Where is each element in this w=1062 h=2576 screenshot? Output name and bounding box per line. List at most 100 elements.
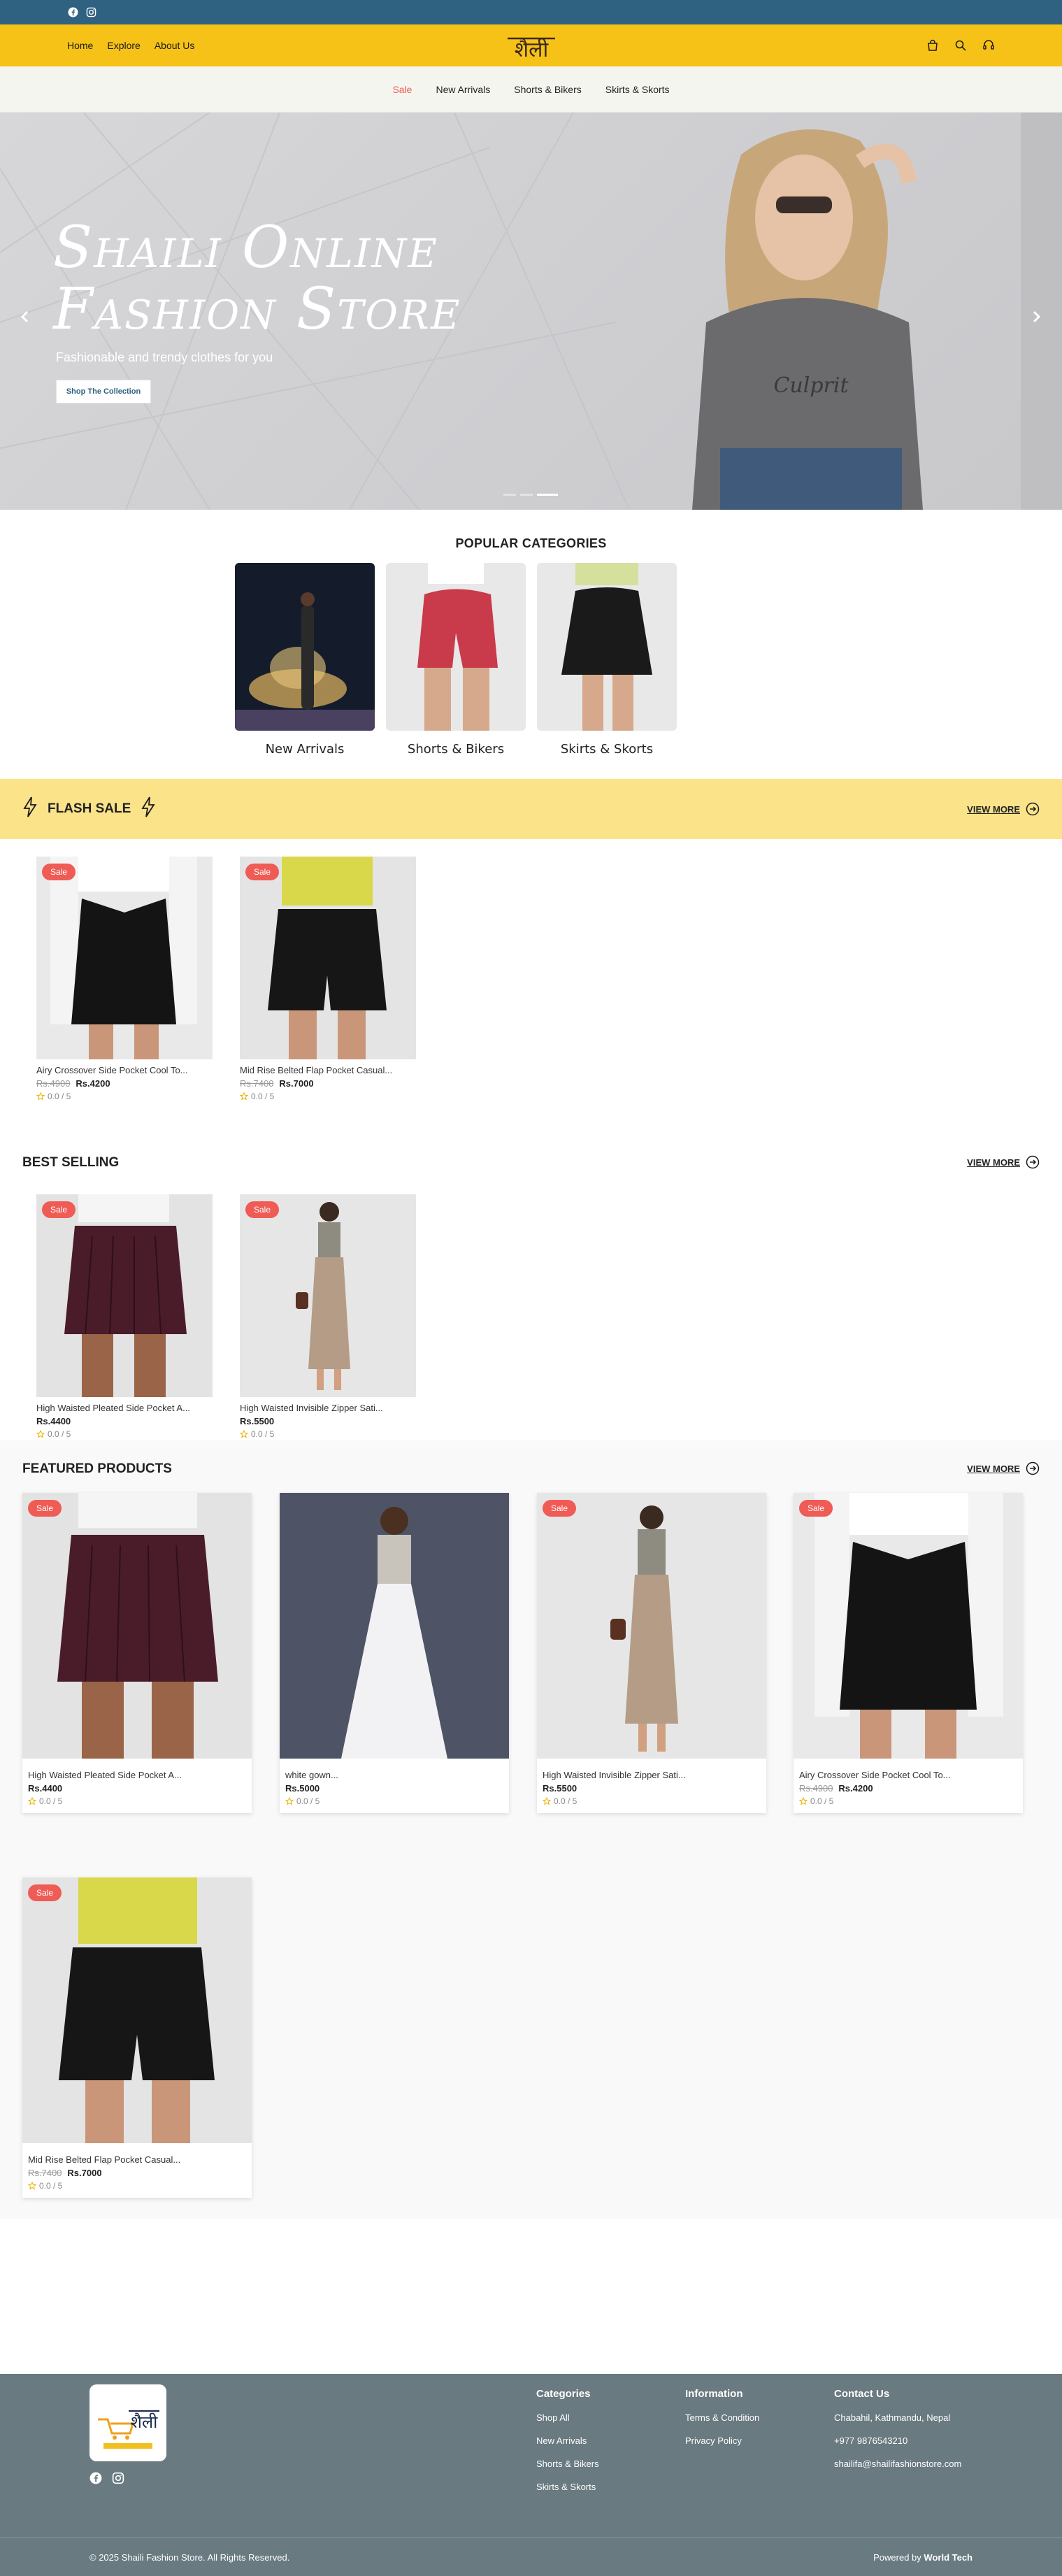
powered-by-link[interactable]: World Tech (924, 2552, 973, 2563)
product-card[interactable]: Sale Mid Rise Belted Flap Pocket Casual.… (22, 1877, 252, 2198)
footer-link[interactable]: Shorts & Bikers (536, 2459, 599, 2469)
product-price: Rs.4900 Rs.4200 (36, 1078, 213, 1089)
category-image (235, 563, 375, 731)
star-icon (28, 2182, 36, 2190)
shop-collection-button[interactable]: Shop The Collection (56, 380, 151, 403)
main-nav: Home Explore About Us (67, 40, 194, 51)
sale-badge: Sale (245, 864, 280, 880)
instagram-icon[interactable] (112, 2472, 124, 2488)
product-card[interactable]: Sale Airy Crossover Side Pocket Cool To.… (36, 857, 213, 1101)
category-image (386, 563, 526, 731)
footer-link[interactable]: Skirts & Skorts (536, 2482, 599, 2492)
hero-title-line1: Shaili Online (53, 215, 438, 281)
category-nav: Sale New Arrivals Shorts & Bikers Skirts… (0, 66, 1062, 113)
chevron-right-icon[interactable] (1028, 308, 1045, 325)
product-name[interactable]: Airy Crossover Side Pocket Cool To... (36, 1065, 213, 1075)
popular-categories-section: POPULAR CATEGORIES New Arrivals Shorts &… (0, 510, 1062, 779)
catnav-shorts-bikers[interactable]: Shorts & Bikers (514, 84, 581, 95)
category-card-skirts-skorts[interactable]: Skirts & Skorts (537, 563, 677, 757)
footer-logo-text: शैली (131, 2412, 159, 2432)
best-view-more-link[interactable]: VIEW MORE (967, 1155, 1040, 1169)
rating-value: 0.0 / 5 (554, 1796, 577, 1806)
product-name[interactable]: Airy Crossover Side Pocket Cool To... (799, 1770, 1017, 1780)
rating-value: 0.0 / 5 (810, 1796, 834, 1806)
product-image: Sale (22, 1493, 252, 1759)
flash-sale-title: FLASH SALE (48, 801, 131, 816)
product-card[interactable]: Sale High Waisted Pleated Side Pocket A.… (36, 1194, 213, 1439)
headset-support-icon[interactable] (982, 39, 995, 52)
product-sale-price: Rs.4200 (76, 1078, 110, 1089)
hero-carousel-dots (503, 494, 558, 496)
facebook-icon[interactable] (89, 2472, 102, 2488)
footer-logo[interactable]: शैली (89, 2384, 166, 2461)
star-icon (543, 1797, 551, 1805)
product-rating: 0.0 / 5 (240, 1429, 416, 1439)
product-image: Sale (240, 1194, 416, 1397)
flash-sale-banner: FLASH SALE VIEW MORE (0, 779, 1062, 839)
footer-link[interactable]: New Arrivals (536, 2435, 599, 2446)
product-price: Rs.7400 Rs.7000 (28, 2168, 246, 2178)
footer-phone[interactable]: +977 9876543210 (834, 2435, 961, 2446)
rating-value: 0.0 / 5 (48, 1429, 71, 1439)
product-name[interactable]: Mid Rise Belted Flap Pocket Casual... (28, 2154, 246, 2165)
rating-value: 0.0 / 5 (48, 1092, 71, 1101)
product-price: Rs.7400 Rs.7000 (240, 1078, 416, 1089)
product-rating: 0.0 / 5 (28, 1796, 246, 1806)
chevron-left-icon[interactable] (17, 308, 34, 325)
category-card-new-arrivals[interactable]: New Arrivals (235, 563, 375, 757)
product-card[interactable]: Sale High Waisted Pleated Side Pocket A.… (22, 1493, 252, 1813)
featured-products-section: FEATURED PRODUCTS VIEW MORE Sale High Wa… (0, 1440, 1062, 2219)
shopping-bag-icon[interactable] (926, 39, 939, 52)
facebook-icon[interactable] (67, 7, 78, 18)
search-icon[interactable] (954, 39, 967, 52)
product-card[interactable]: Sale Mid Rise Belted Flap Pocket Casual.… (240, 857, 416, 1101)
footer-contact: Contact Us Chabahil, Kathmandu, Nepal +9… (834, 2388, 961, 2482)
lightning-icon (22, 796, 38, 822)
product-card[interactable]: Sale High Waisted Invisible Zipper Sati.… (537, 1493, 766, 1813)
hero-model-image: Culprit (580, 113, 1028, 510)
catnav-skirts-skorts[interactable]: Skirts & Skorts (605, 84, 670, 95)
product-name[interactable]: High Waisted Invisible Zipper Sati... (543, 1770, 761, 1780)
best-selling-products: Sale High Waisted Pleated Side Pocket A.… (0, 1189, 1062, 1440)
product-old-price: Rs.4900 (36, 1078, 71, 1089)
product-name[interactable]: Mid Rise Belted Flap Pocket Casual... (240, 1065, 416, 1075)
product-name[interactable]: High Waisted Invisible Zipper Sati... (240, 1403, 416, 1413)
footer-link[interactable]: Privacy Policy (685, 2435, 759, 2446)
instagram-icon[interactable] (85, 7, 96, 18)
nav-explore[interactable]: Explore (107, 40, 140, 51)
product-sale-price: Rs.7000 (67, 2168, 102, 2178)
category-image (537, 563, 677, 731)
social-topbar (0, 0, 1062, 24)
product-name[interactable]: white gown... (285, 1770, 503, 1780)
footer-link[interactable]: Shop All (536, 2412, 599, 2423)
featured-view-more-link[interactable]: VIEW MORE (967, 1461, 1040, 1475)
product-image: Sale (537, 1493, 766, 1759)
product-price-value: Rs.4400 (28, 1783, 63, 1794)
catnav-new-arrivals[interactable]: New Arrivals (436, 84, 490, 95)
category-card-shorts-bikers[interactable]: Shorts & Bikers (386, 563, 526, 757)
footer-email[interactable]: shailifa@shailifashionstore.com (834, 2459, 961, 2469)
site-logo[interactable]: शैली (503, 29, 559, 62)
carousel-dot-active[interactable] (537, 494, 558, 496)
flash-view-more-link[interactable]: VIEW MORE (967, 802, 1040, 816)
footer-info-title: Information (685, 2388, 743, 2400)
product-card[interactable]: white gown... Rs.5000 0.0 / 5 (280, 1493, 509, 1813)
view-more-label: VIEW MORE (967, 1157, 1020, 1168)
product-name[interactable]: High Waisted Pleated Side Pocket A... (28, 1770, 246, 1780)
product-card[interactable]: Sale Airy Crossover Side Pocket Cool To.… (794, 1493, 1023, 1813)
product-name[interactable]: High Waisted Pleated Side Pocket A... (36, 1403, 213, 1413)
nav-home[interactable]: Home (67, 40, 93, 51)
product-rating: 0.0 / 5 (36, 1092, 213, 1101)
carousel-dot[interactable] (503, 494, 516, 496)
footer-contact-title: Contact Us (834, 2388, 890, 2400)
footer-link[interactable]: Terms & Condition (685, 2412, 759, 2423)
product-card[interactable]: Sale High Waisted Invisible Zipper Sati.… (240, 1194, 416, 1439)
carousel-dot[interactable] (520, 494, 533, 496)
product-rating: 0.0 / 5 (285, 1796, 503, 1806)
catnav-sale[interactable]: Sale (392, 84, 412, 95)
nav-about-us[interactable]: About Us (155, 40, 195, 51)
powered-by: Powered by World Tech (873, 2552, 973, 2563)
product-price: Rs.5500 (543, 1783, 761, 1794)
arrow-right-circle-icon (1026, 802, 1040, 816)
product-price: Rs.4400 (36, 1416, 213, 1426)
